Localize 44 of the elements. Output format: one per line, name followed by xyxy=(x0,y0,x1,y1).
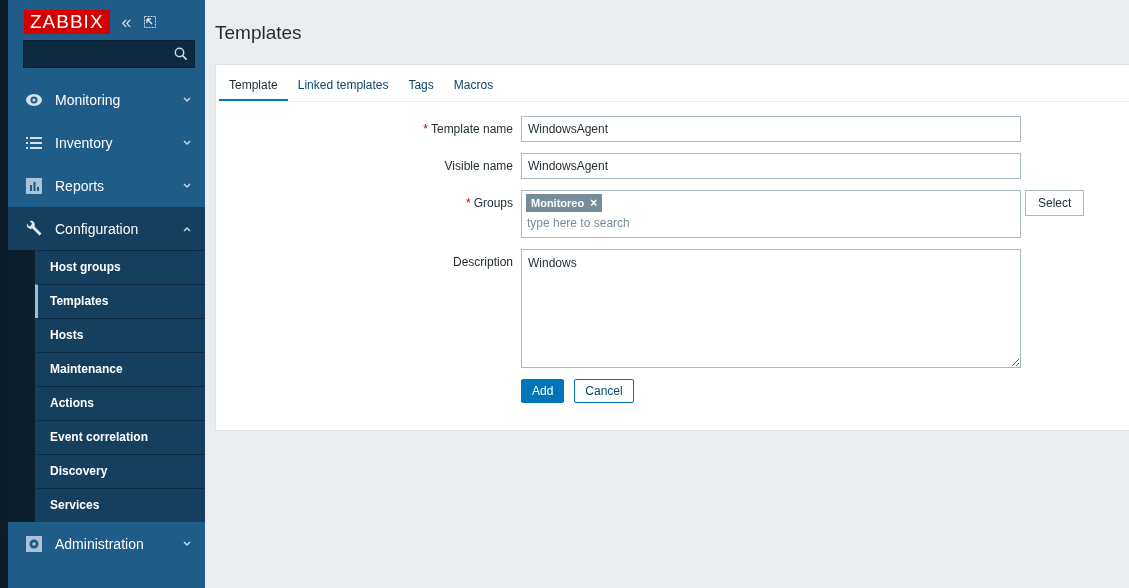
submenu-item[interactable]: Maintenance xyxy=(35,352,205,386)
add-button[interactable]: Add xyxy=(521,379,565,403)
page-title: Templates xyxy=(215,21,303,45)
chevron-icon xyxy=(183,182,191,189)
description-field[interactable]: Windows xyxy=(521,249,1021,368)
menu-item[interactable]: Monitoring xyxy=(8,78,205,121)
submenu-item[interactable]: Services xyxy=(35,488,205,522)
field-label: Template name xyxy=(430,122,513,136)
chevron-icon xyxy=(183,225,191,232)
field-label: Groups xyxy=(473,196,513,210)
submenu-item[interactable]: Templates xyxy=(35,284,205,318)
field-label: Visible name xyxy=(444,159,513,173)
input-field[interactable]: WindowsAgent xyxy=(521,116,1021,142)
menu-item[interactable]: Configuration xyxy=(8,207,205,250)
menu-item[interactable]: Administration xyxy=(8,522,205,565)
fullscreen-icon[interactable] xyxy=(143,16,156,28)
search-icon xyxy=(174,47,188,61)
menu-item[interactable]: Inventory xyxy=(8,121,205,164)
submenu-item[interactable]: Hosts xyxy=(35,318,205,352)
submenu-item[interactable]: Actions xyxy=(35,386,205,420)
tab[interactable]: Template xyxy=(219,73,288,101)
tab[interactable]: Macros xyxy=(443,73,504,101)
chevron-icon xyxy=(183,139,191,146)
submenu-item[interactable]: Event correlation xyxy=(35,420,205,454)
logo: ZABBIX xyxy=(24,10,110,34)
cancel-button[interactable]: Cancel xyxy=(574,379,634,403)
tab[interactable]: Tags xyxy=(398,73,444,101)
menu-item[interactable]: Reports xyxy=(8,164,205,207)
tab[interactable]: Linked templates xyxy=(287,73,399,101)
select-button[interactable]: Select xyxy=(1025,190,1085,216)
required-mark: * xyxy=(423,122,428,136)
collapse-button[interactable]: « xyxy=(121,13,132,31)
search-field[interactable] xyxy=(23,40,195,68)
submenu-item[interactable]: Discovery xyxy=(35,454,205,488)
chevron-icon xyxy=(183,96,191,103)
wrench-icon xyxy=(25,219,43,238)
bar-chart-icon xyxy=(25,176,43,195)
group-tag: Monitoreo × xyxy=(526,194,603,212)
chevron-icon xyxy=(183,540,191,547)
field-label: Description xyxy=(452,255,513,269)
input-field[interactable]: WindowsAgent xyxy=(521,153,1021,179)
submenu-item[interactable]: Host groups xyxy=(35,250,205,284)
required-mark: * xyxy=(465,196,471,210)
gear-icon xyxy=(25,534,43,553)
